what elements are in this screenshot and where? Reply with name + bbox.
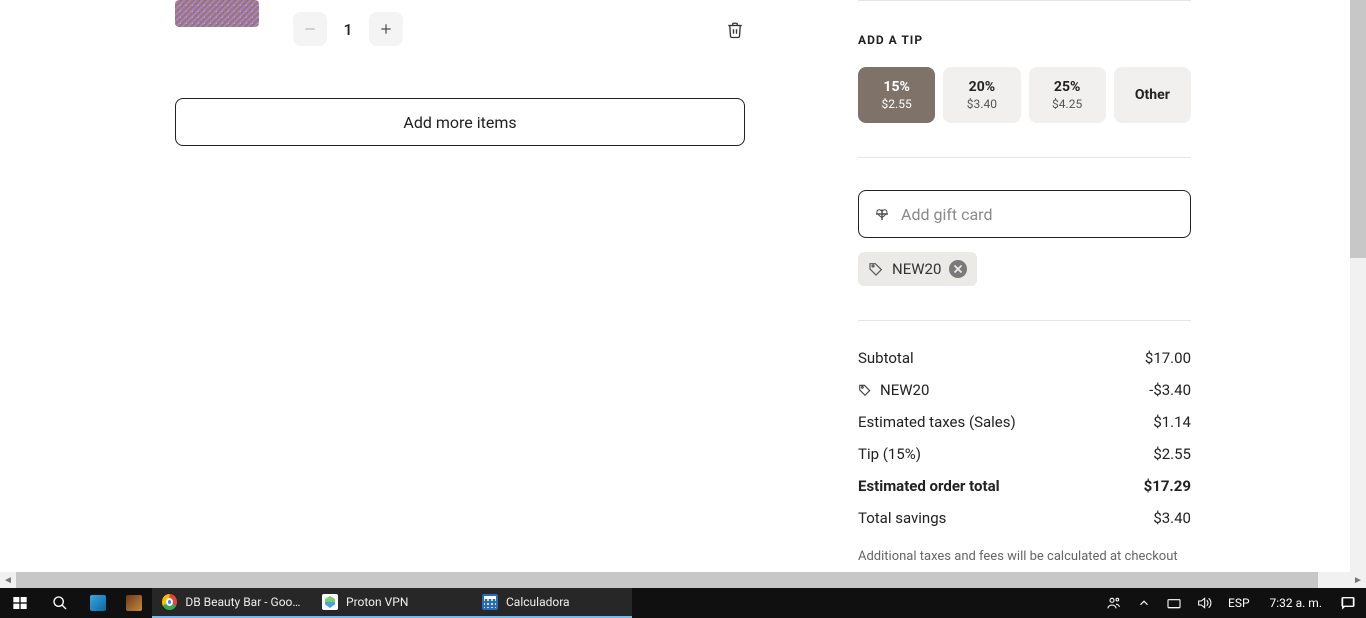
summary-label: Estimated order total [858, 477, 1000, 495]
summary-label: Subtotal [858, 349, 914, 367]
summary-value: $17.00 [1145, 349, 1191, 367]
vpn-icon [322, 594, 338, 610]
search-button[interactable] [40, 588, 80, 618]
scrollbar-thumb[interactable] [1350, 0, 1366, 258]
summary-row-total: Estimated order total $17.29 [858, 477, 1191, 495]
tip-amount: $3.40 [967, 97, 997, 111]
language-indicator[interactable]: ESP [1224, 596, 1254, 610]
taskbar-app-protonvpn[interactable]: Proton VPN [312, 588, 472, 618]
calculator-icon [482, 594, 498, 610]
taskbar-app-label: Proton VPN [346, 595, 408, 609]
summary-value: $3.40 [1153, 509, 1191, 527]
tip-option-other[interactable]: Other [1114, 67, 1191, 123]
summary-label: Estimated taxes (Sales) [858, 413, 1016, 431]
taskbar-pinned-app[interactable] [116, 588, 152, 618]
taskbar-app-label: Calculadora [506, 595, 570, 609]
tag-icon [858, 383, 872, 397]
summary-disclaimer: Additional taxes and fees will be calcul… [858, 549, 1191, 564]
taskbar-pinned-app[interactable] [80, 588, 116, 618]
add-tip-heading: ADD A TIP [858, 33, 1191, 47]
summary-value: $17.29 [1144, 477, 1191, 495]
taskbar-clock[interactable]: 7:32 a. m. [1264, 596, 1328, 610]
taskbar-app-chrome[interactable]: DB Beauty Bar - Goog… [152, 588, 312, 618]
chrome-icon [162, 594, 177, 610]
browser-vertical-scrollbar[interactable] [1350, 0, 1366, 572]
summary-label: NEW20 [880, 381, 929, 399]
tip-percent: 25% [1054, 79, 1080, 95]
summary-row-tip: Tip (15%) $2.55 [858, 445, 1191, 463]
summary-row-promo: NEW20 -$3.40 [858, 381, 1191, 399]
gift-icon [873, 205, 891, 223]
summary-row-subtotal: Subtotal $17.00 [858, 349, 1191, 367]
gift-card-input-wrap[interactable] [858, 190, 1191, 238]
tip-percent: 15% [883, 79, 909, 95]
gift-card-input[interactable] [901, 205, 1176, 224]
remove-item-button[interactable] [725, 20, 745, 40]
summary-label: Total savings [858, 509, 946, 527]
quantity-value: 1 [335, 20, 361, 39]
tip-options-row: 15% $2.55 20% $3.40 25% $4.25 Other [858, 67, 1191, 123]
divider [858, 320, 1191, 321]
promo-code-label: NEW20 [892, 260, 941, 278]
tag-icon [868, 261, 884, 277]
taskbar-app-label: DB Beauty Bar - Goog… [185, 595, 302, 609]
scrollbar-thumb[interactable] [16, 572, 1318, 588]
tip-amount: $4.25 [1052, 97, 1082, 111]
volume-tray-icon[interactable] [1194, 595, 1214, 611]
tip-option-25[interactable]: 25% $4.25 [1029, 67, 1106, 123]
divider [858, 0, 1191, 1]
scroll-left-arrow-icon[interactable]: ◄ [0, 572, 16, 588]
summary-row-savings: Total savings $3.40 [858, 509, 1191, 527]
promo-chip: NEW20 [858, 252, 977, 286]
input-indicator-icon[interactable] [1164, 595, 1184, 611]
decrease-qty-button[interactable] [293, 12, 327, 46]
tray-chevron-up-icon[interactable] [1134, 596, 1154, 610]
tip-other-label: Other [1135, 87, 1170, 103]
tip-amount: $2.55 [882, 97, 912, 111]
quantity-stepper: 1 [293, 12, 403, 46]
taskbar-app-calculator[interactable]: Calculadora [472, 588, 632, 618]
summary-label: Tip (15%) [858, 445, 921, 463]
tip-option-15[interactable]: 15% $2.55 [858, 67, 935, 123]
summary-value: $1.14 [1153, 413, 1191, 431]
summary-value: -$3.40 [1149, 381, 1191, 399]
browser-horizontal-scrollbar[interactable]: ◄ ► [0, 572, 1366, 588]
summary-value: $2.55 [1153, 445, 1191, 463]
cart-item-thumbnail [175, 0, 259, 27]
windows-taskbar: DB Beauty Bar - Goog… Proton VPN Calcula… [0, 588, 1366, 618]
action-center-icon[interactable] [1338, 595, 1358, 611]
start-button[interactable] [0, 588, 40, 618]
people-tray-icon[interactable] [1104, 595, 1124, 611]
tip-option-20[interactable]: 20% $3.40 [943, 67, 1020, 123]
divider [858, 157, 1191, 158]
remove-promo-button[interactable] [949, 260, 967, 278]
add-more-items-button[interactable]: Add more items [175, 98, 745, 146]
tip-percent: 20% [969, 79, 995, 95]
order-summary: Subtotal $17.00 NEW20 -$3.40 Estimated t… [858, 349, 1191, 527]
increase-qty-button[interactable] [369, 12, 403, 46]
scroll-right-arrow-icon[interactable]: ► [1350, 572, 1366, 588]
summary-row-tax: Estimated taxes (Sales) $1.14 [858, 413, 1191, 431]
cart-item-row: 1 [175, 0, 745, 46]
